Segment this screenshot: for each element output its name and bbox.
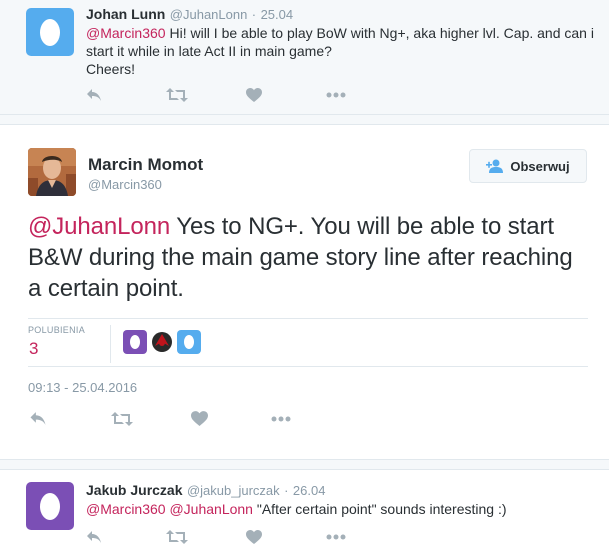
tweet-text: @Marcin360 Hi! will I be able to play Bo… bbox=[86, 24, 596, 78]
like-icon bbox=[246, 530, 262, 544]
user-name[interactable]: Jakub Jurczak bbox=[86, 482, 183, 498]
tweet-actions bbox=[86, 88, 406, 102]
more-icon bbox=[271, 416, 291, 421]
egg-avatar-icon bbox=[40, 492, 60, 520]
like-button[interactable] bbox=[246, 88, 326, 102]
like-icon bbox=[191, 411, 208, 426]
tweet-actions bbox=[86, 530, 406, 544]
reply-icon bbox=[87, 531, 101, 543]
liker-avatar[interactable] bbox=[150, 330, 174, 354]
reply-icon bbox=[87, 89, 101, 101]
tweet-header: Jakub Jurczak @jakub_jurczak · 26.04 bbox=[86, 482, 325, 500]
tweet-body-line2: Cheers! bbox=[86, 61, 136, 77]
retweet-icon bbox=[111, 411, 133, 426]
separator: · bbox=[251, 7, 257, 22]
egg-avatar-icon bbox=[40, 18, 60, 46]
profile-photo-avatar bbox=[28, 148, 76, 196]
divider-vertical bbox=[110, 325, 111, 363]
tweet-body: "After certain point" sounds interesting… bbox=[252, 501, 507, 517]
reply-button[interactable] bbox=[29, 411, 111, 426]
more-icon bbox=[326, 92, 346, 98]
separator: · bbox=[284, 483, 289, 498]
logo-avatar-icon bbox=[150, 330, 174, 354]
user-name[interactable]: Marcin Momot bbox=[88, 155, 203, 175]
retweet-icon bbox=[166, 88, 188, 102]
like-button[interactable] bbox=[246, 530, 326, 544]
tweet-date[interactable]: 25.04 bbox=[261, 7, 294, 22]
retweet-button[interactable] bbox=[166, 530, 246, 544]
user-handle[interactable]: @jakub_jurczak bbox=[187, 483, 280, 498]
tweet-text: @Marcin360 @JuhanLonn "After certain poi… bbox=[86, 500, 596, 518]
avatar[interactable] bbox=[26, 8, 74, 56]
tweet-header: Johan Lunn @JuhanLonn · 25.04 bbox=[86, 6, 293, 24]
reply-button[interactable] bbox=[86, 530, 166, 544]
follow-label: Obserwuj bbox=[510, 158, 570, 174]
tweet-jakub[interactable]: Jakub Jurczak @jakub_jurczak · 26.04 @Ma… bbox=[0, 469, 609, 554]
more-button[interactable] bbox=[326, 534, 406, 540]
tweet-johan[interactable]: Johan Lunn @JuhanLonn · 25.04 @Marcin360… bbox=[0, 0, 609, 115]
user-handle[interactable]: @JuhanLonn bbox=[170, 7, 248, 22]
mention-link[interactable]: @Marcin360 bbox=[86, 501, 166, 517]
retweet-icon bbox=[166, 530, 188, 544]
more-icon bbox=[326, 534, 346, 540]
egg-avatar-icon bbox=[184, 335, 194, 349]
tweet-timestamp[interactable]: 09:13 - 25.04.2016 bbox=[28, 380, 137, 395]
liker-avatars bbox=[123, 330, 201, 354]
user-name[interactable]: Johan Lunn bbox=[86, 6, 165, 22]
avatar[interactable] bbox=[28, 148, 76, 196]
mention-link[interactable]: @Marcin360 bbox=[86, 25, 166, 41]
user-handle[interactable]: @Marcin360 bbox=[88, 177, 162, 192]
more-button[interactable] bbox=[271, 416, 351, 422]
follow-user-icon bbox=[486, 159, 504, 173]
liker-avatar[interactable] bbox=[177, 330, 201, 354]
likes-count[interactable]: 3 bbox=[29, 339, 38, 359]
likes-label: POLUBIENIA bbox=[28, 325, 86, 335]
tweet-marcin: Marcin Momot @Marcin360 Obserwuj @JuhanL… bbox=[0, 124, 609, 460]
egg-avatar-icon bbox=[130, 335, 140, 349]
tweet-actions bbox=[29, 411, 351, 426]
avatar[interactable] bbox=[26, 482, 74, 530]
retweet-button[interactable] bbox=[111, 411, 191, 426]
liker-avatar[interactable] bbox=[123, 330, 147, 354]
mention-link[interactable]: @JuhanLonn bbox=[169, 501, 253, 517]
divider bbox=[28, 366, 588, 367]
tweet-text: @JuhanLonn Yes to NG+. You will be able … bbox=[28, 211, 588, 304]
tweet-date[interactable]: 26.04 bbox=[293, 483, 326, 498]
more-button[interactable] bbox=[326, 92, 406, 98]
divider bbox=[28, 318, 588, 319]
retweet-button[interactable] bbox=[166, 88, 246, 102]
like-icon bbox=[246, 88, 262, 102]
mention-link[interactable]: @JuhanLonn bbox=[28, 213, 170, 240]
reply-icon bbox=[30, 412, 46, 425]
follow-button[interactable]: Obserwuj bbox=[469, 149, 587, 183]
like-button[interactable] bbox=[191, 411, 271, 426]
reply-button[interactable] bbox=[86, 88, 166, 102]
